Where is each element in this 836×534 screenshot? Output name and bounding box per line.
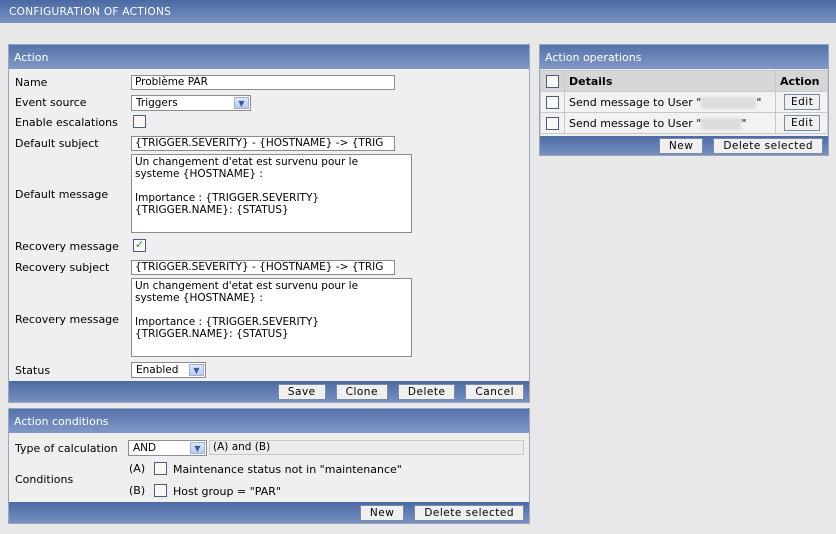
event-source-value: Triggers: [136, 97, 178, 109]
chevron-down-icon: ▼: [190, 442, 205, 454]
select-all-checkbox[interactable]: [546, 74, 559, 88]
message-line: Importance : {TRIGGER.SEVERITY}: [135, 192, 320, 204]
recovery-message-checkbox[interactable]: ✓: [133, 239, 146, 252]
message-line: {TRIGGER.NAME}: {STATUS}: [135, 204, 289, 216]
message-line: Importance : {TRIGGER.SEVERITY}: [135, 316, 320, 328]
chevron-down-icon: ▼: [189, 364, 204, 376]
condition-text: Host group = "PAR": [173, 485, 281, 498]
recovery-message-label: Recovery message: [15, 240, 119, 253]
operation-text: Send message to User ": [569, 95, 702, 109]
check-icon: ✓: [134, 238, 145, 251]
operation-text: Send message to User ": [569, 116, 702, 130]
default-subject-input[interactable]: {TRIGGER.SEVERITY} - {HOSTNAME} -> {TRIG: [131, 136, 395, 151]
table-row: Send message to User " " Edit: [540, 112, 828, 134]
message-line: Un changement d'etat est survenu pour le: [135, 280, 359, 292]
new-condition-button[interactable]: New: [359, 504, 405, 521]
cancel-button[interactable]: Cancel: [465, 383, 524, 400]
operations-table: Details Action Send message to User " " Edi…: [540, 70, 828, 134]
conditions-button-bar: New Delete selected: [9, 502, 529, 523]
action-header: Action: [775, 70, 828, 92]
conditions-panel-title: Action conditions: [9, 409, 529, 433]
action-panel: Action Name Problème PAR Event source Tr…: [8, 44, 530, 403]
calc-select[interactable]: AND ▼: [128, 440, 207, 456]
calc-formula: (A) and (B): [209, 440, 524, 455]
status-value: Enabled: [136, 364, 179, 376]
row-checkbox[interactable]: [546, 116, 559, 130]
chevron-down-icon: ▼: [234, 97, 249, 109]
default-subject-label: Default subject: [15, 137, 99, 150]
name-label: Name: [15, 76, 48, 89]
operation-text-suffix: ": [741, 116, 747, 130]
calc-label: Type of calculation: [15, 442, 118, 455]
name-input[interactable]: Problème PAR: [131, 75, 395, 90]
status-select[interactable]: Enabled ▼: [131, 362, 206, 378]
condition-id: (B): [129, 484, 146, 497]
message-line: {TRIGGER.NAME}: {STATUS}: [135, 328, 289, 340]
edit-button[interactable]: Edit: [784, 94, 821, 110]
delete-selected-operations-button[interactable]: Delete selected: [713, 137, 823, 154]
recovery-message-text-label: Recovery message: [15, 313, 119, 326]
recovery-subject-label: Recovery subject: [15, 261, 110, 274]
operations-button-bar: New Delete selected: [540, 136, 828, 155]
recovery-message-textarea[interactable]: Un changement d'etat est survenu pour le…: [131, 278, 412, 357]
action-button-bar: Save Clone Delete Cancel: [9, 381, 529, 402]
condition-checkbox[interactable]: [154, 484, 167, 497]
redacted-user: [701, 96, 757, 109]
message-line: systeme {HOSTNAME} :: [135, 168, 263, 180]
operation-text-suffix: ": [756, 95, 762, 109]
conditions-label: Conditions: [15, 473, 74, 486]
save-button[interactable]: Save: [277, 383, 326, 400]
operations-panel-title: Action operations: [540, 45, 828, 69]
clone-button[interactable]: Clone: [335, 383, 388, 400]
message-line: Un changement d'etat est survenu pour le: [135, 156, 359, 168]
recovery-subject-input[interactable]: {TRIGGER.SEVERITY} - {HOSTNAME} -> {TRIG: [131, 260, 395, 275]
table-row: Send message to User " " Edit: [540, 91, 828, 113]
message-line-blank: [135, 180, 408, 192]
escalations-checkbox[interactable]: [133, 115, 146, 128]
delete-selected-conditions-button[interactable]: Delete selected: [414, 504, 524, 521]
event-source-label: Event source: [15, 96, 87, 109]
row-checkbox[interactable]: [546, 95, 559, 109]
calc-value: AND: [133, 442, 157, 454]
message-line-blank: [135, 304, 408, 316]
escalations-label: Enable escalations: [15, 116, 118, 129]
new-operation-button[interactable]: New: [658, 137, 704, 154]
operations-panel: Action operations Details Action Send mes…: [539, 44, 829, 156]
condition-checkbox[interactable]: [154, 462, 167, 475]
message-line: systeme {HOSTNAME} :: [135, 292, 263, 304]
event-source-select[interactable]: Triggers ▼: [131, 95, 251, 111]
condition-id: (A): [129, 462, 146, 475]
action-panel-title: Action: [9, 45, 529, 69]
edit-button[interactable]: Edit: [784, 115, 821, 131]
details-header: Details: [564, 70, 776, 92]
default-message-textarea[interactable]: Un changement d'etat est survenu pour le…: [131, 154, 412, 233]
conditions-panel: Action conditions Type of calculation AN…: [8, 408, 530, 524]
default-message-label: Default message: [15, 188, 109, 201]
redacted-user: [701, 117, 742, 130]
page-title: CONFIGURATION OF ACTIONS: [0, 0, 836, 23]
delete-button[interactable]: Delete: [397, 383, 456, 400]
status-label: Status: [15, 364, 51, 377]
condition-text: Maintenance status not in "maintenance": [173, 463, 402, 476]
